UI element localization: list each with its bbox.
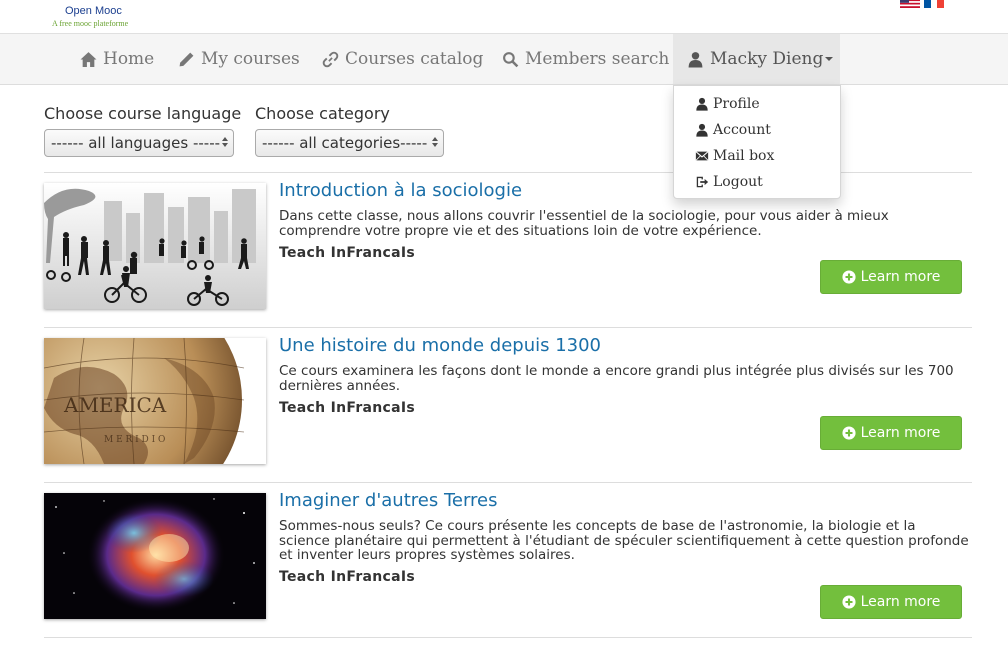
logout-icon [696,176,709,188]
menu-item-label: Mail box [713,148,775,164]
language-flags [900,0,944,8]
nav-my-courses[interactable]: My courses [178,34,300,84]
category-filter: Choose category ------ all categories---… [255,104,444,157]
plus-circle-icon [842,426,856,440]
course-author: Teach InFrancaIs [279,569,416,585]
menu-item-profile[interactable]: Profile [674,91,840,117]
user-icon [688,51,703,67]
svg-text:M E R I D I O: M E R I D I O [104,435,165,445]
divider [44,327,972,328]
course-thumbnail-world-history[interactable]: AMERICA M E R I D I O [44,338,266,464]
category-filter-label: Choose category [255,104,390,123]
nav-my-courses-label: My courses [201,49,300,69]
select-arrows-icon [222,137,228,147]
top-header: Open Mooc A free mooc plateforme [0,0,1008,33]
category-select[interactable]: ------ all categories----- [255,129,444,157]
course-author: Teach InFrancaIs [279,400,416,416]
caret-down-icon [825,57,834,61]
globe-image: AMERICA M E R I D I O [44,338,266,464]
category-select-value: ------ all categories----- [262,134,428,152]
course-title[interactable]: Imaginer d'autres Terres [279,490,498,511]
course-description: Ce cours examinera les façons dont le mo… [279,363,954,394]
nav-courses-catalog[interactable]: Courses catalog [322,34,483,84]
nebula-image [44,493,266,619]
learn-more-button[interactable]: Learn more [820,260,962,294]
select-arrows-icon [432,137,438,147]
user-menu-toggle[interactable]: Macky Dieng [673,34,840,84]
menu-item-account[interactable]: Account [674,117,840,143]
nav-members-search-label: Members search [525,49,670,69]
course-author: Teach InFrancaIs [279,245,416,261]
home-icon [80,51,97,67]
user-name: Macky Dieng [710,49,824,69]
divider [44,637,972,638]
user-dropdown-menu: Profile Account Mail box Logout [673,85,841,199]
nav-home-label: Home [103,49,155,69]
logo-title: Open Mooc [65,5,122,17]
site-logo[interactable]: Open Mooc A free mooc plateforme [50,0,150,30]
menu-item-label: Logout [713,174,763,190]
user-icon [696,97,708,111]
language-filter: Choose course language ------ all langua… [44,104,241,157]
us-flag-icon[interactable] [900,0,920,8]
user-icon [696,123,708,137]
learn-more-label: Learn more [860,594,941,610]
learn-more-label: Learn more [860,269,941,285]
fr-flag-icon[interactable] [924,0,944,8]
plus-circle-icon [842,595,856,609]
course-thumbnail-sociology[interactable] [44,183,266,309]
menu-item-mailbox[interactable]: Mail box [674,143,840,169]
learn-more-label: Learn more [860,425,941,441]
course-description: Sommes-nous seuls? Ce cours présente les… [279,518,969,563]
course-title[interactable]: Une histoire du monde depuis 1300 [279,335,601,356]
course-description: Dans cette classe, nous allons couvrir l… [279,208,889,239]
menu-item-label: Profile [713,96,760,112]
menu-item-logout[interactable]: Logout [674,169,840,195]
main-navbar: Home My courses Courses catalog Members … [0,33,1008,85]
language-select-value: ------ all languages ----- [51,134,221,152]
language-filter-label: Choose course language [44,104,242,123]
search-icon [503,51,519,67]
learn-more-button[interactable]: Learn more [820,416,962,450]
nav-catalog-label: Courses catalog [345,49,484,69]
divider [44,482,972,483]
learn-more-button[interactable]: Learn more [820,585,962,619]
plus-circle-icon [842,270,856,284]
svg-text:AMERICA: AMERICA [63,393,167,417]
menu-item-label: Account [713,122,771,138]
logo-subtitle: A free mooc plateforme [52,19,129,28]
sociology-image [44,183,266,309]
course-title[interactable]: Introduction à la sociologie [279,180,522,201]
link-icon [322,51,339,67]
course-thumbnail-other-earths[interactable] [44,493,266,619]
language-select[interactable]: ------ all languages ----- [44,129,234,157]
pencil-icon [179,52,194,66]
envelope-icon [695,151,709,161]
nav-home[interactable]: Home [80,34,154,84]
nav-members-search[interactable]: Members search [502,34,669,84]
